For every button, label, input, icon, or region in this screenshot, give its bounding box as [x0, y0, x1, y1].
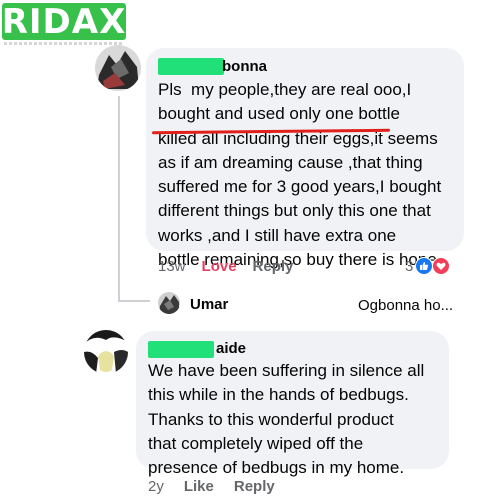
brand-tagline-decoration	[4, 42, 122, 45]
like-icon	[415, 257, 433, 275]
reply-author-name[interactable]: Umar	[190, 296, 228, 313]
love-button[interactable]: Love	[202, 258, 237, 275]
comment-meta: 2y Like Reply	[148, 478, 275, 495]
thread-connector	[118, 96, 120, 302]
censored-name	[158, 58, 224, 75]
censored-name	[148, 341, 214, 358]
avatar-image-icon	[158, 292, 180, 314]
reaction-count[interactable]: 3	[405, 258, 413, 275]
avatar[interactable]	[84, 330, 128, 374]
avatar-image-icon	[84, 330, 128, 374]
comment-time[interactable]: 2y	[148, 478, 164, 495]
brand-logo: RIDAX	[2, 3, 126, 40]
avatar[interactable]	[158, 292, 180, 314]
reply-button[interactable]: Reply	[253, 258, 294, 275]
reply-preview-text[interactable]: Ogbonna ho...	[358, 297, 453, 314]
brand-logo-text: RIDAX	[1, 1, 127, 42]
avatar-image-icon	[95, 45, 141, 91]
thread-connector-branch	[118, 300, 150, 302]
like-button[interactable]: Like	[184, 478, 214, 495]
reply-button[interactable]: Reply	[234, 478, 275, 495]
comment-time[interactable]: 13w	[158, 258, 186, 275]
comment-meta: 13w Love Reply	[158, 258, 293, 275]
comment-text: We have been suffering in silence all th…	[148, 361, 425, 478]
love-icon	[432, 257, 450, 275]
comment-bubble: aide We have been suffering in silence a…	[136, 331, 449, 477]
avatar[interactable]	[95, 45, 141, 91]
comment-bubble: bonna Pls my people,they are real ooo,I …	[146, 48, 464, 269]
comment-text: Pls my people,they are real ooo,I bought…	[158, 80, 442, 270]
commenter-name[interactable]: aide	[216, 340, 246, 357]
commenter-name[interactable]: bonna	[222, 58, 267, 75]
